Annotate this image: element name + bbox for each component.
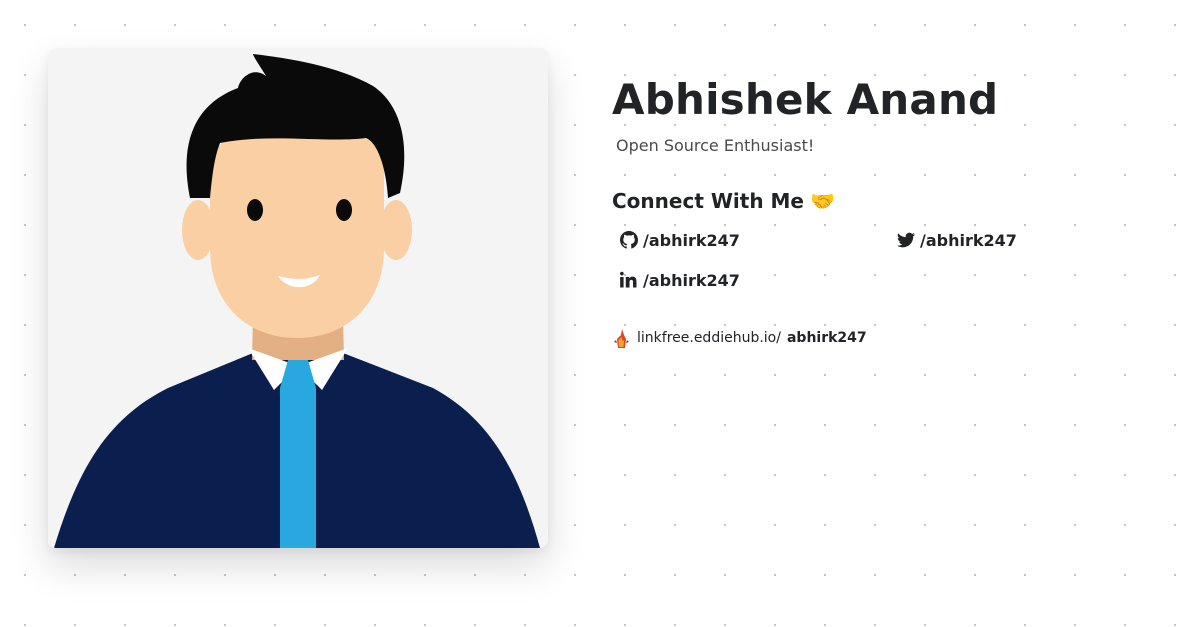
github-handle: /abhirk247 (643, 230, 740, 250)
linkedin-icon (620, 271, 637, 288)
twitter-icon (897, 232, 915, 248)
linkfree-logo-icon (614, 329, 629, 348)
github-icon (620, 231, 638, 249)
person-avatar-illustration (48, 48, 548, 548)
profile-name: Abhishek Anand (612, 75, 999, 124)
linkfree-username: abhirk247 (786, 330, 867, 346)
linkedin-link[interactable]: /abhirk247 (620, 269, 897, 291)
linkfree-link[interactable]: linkfree.eddiehub.io/ abhirk247 (612, 327, 1172, 349)
profile-tagline: Open Source Enthusiast! (616, 136, 815, 155)
github-link[interactable]: /abhirk247 (620, 229, 897, 251)
linkfree-domain: linkfree.eddiehub.io/ (637, 330, 781, 346)
connect-heading-text: Connect With Me (612, 189, 804, 213)
profile-avatar (48, 48, 548, 548)
twitter-link[interactable]: /abhirk247 (897, 229, 1157, 251)
linkedin-handle: /abhirk247 (643, 270, 740, 290)
profile-info: Abhishek Anand Open Source Enthusiast! C… (612, 74, 1172, 349)
connect-heading: Connect With Me 🤝 (612, 189, 1172, 213)
handshake-emoji: 🤝 (809, 189, 835, 213)
twitter-handle: /abhirk247 (920, 230, 1017, 250)
social-links: /abhirk247 /abhirk247 /abhirk247 (620, 229, 1172, 291)
